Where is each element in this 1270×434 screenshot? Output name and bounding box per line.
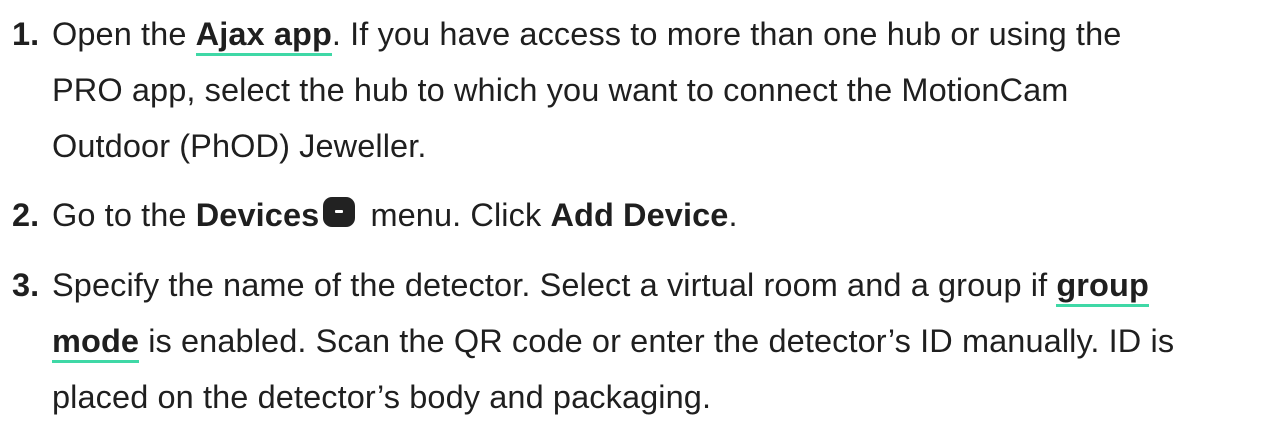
step-3-text: Specify the name of the detector. Select…: [52, 267, 1057, 303]
step-1-line-1: 1. Open the Ajax app. If you have access …: [12, 6, 1240, 62]
step-number: 1.: [12, 16, 40, 52]
step-1-text-cont: . If you have access to more than one hu…: [331, 16, 1122, 52]
devices-icon: [323, 197, 356, 227]
group-mode-link-part-2[interactable]: mode: [52, 323, 140, 363]
add-device-label: Add Device: [550, 197, 729, 233]
step-1-line-3: Outdoor (PhOD) Jeweller.: [52, 128, 427, 164]
group-mode-link-part-1[interactable]: group: [1056, 267, 1149, 307]
ajax-app-link[interactable]: Ajax app: [195, 16, 332, 56]
step-number: 3.: [12, 267, 40, 303]
step-2-line-1: 2. Go to the Devices menu. Click Add Devi…: [12, 187, 1240, 243]
step-2: 2. Go to the Devices menu. Click Add Devi…: [12, 187, 1240, 243]
step-1: 1. Open the Ajax app. If you have access …: [12, 6, 1240, 174]
step-2-text-end: .: [728, 197, 738, 233]
step-2-text: Go to the: [52, 197, 196, 233]
instruction-steps: 1. Open the Ajax app. If you have access …: [0, 0, 1270, 434]
step-3-line-2: mode is enabled. Scan the QR code or ent…: [12, 313, 1240, 369]
step-1-text: Open the: [52, 16, 196, 52]
step-3: 3. Specify the name of the detector. Sele…: [12, 257, 1240, 425]
devices-label: Devices: [195, 197, 320, 233]
step-2-text-mid: menu. Click: [361, 197, 551, 233]
step-3-line-3: placed on the detector’s body and packag…: [52, 379, 712, 415]
step-3-text-cont: is enabled. Scan the QR code or enter th…: [139, 323, 1175, 359]
step-3-line-1: 3. Specify the name of the detector. Sele…: [12, 257, 1240, 313]
step-number: 2.: [12, 197, 40, 233]
step-1-line-2: PRO app, select the hub to which you wan…: [52, 72, 1069, 108]
